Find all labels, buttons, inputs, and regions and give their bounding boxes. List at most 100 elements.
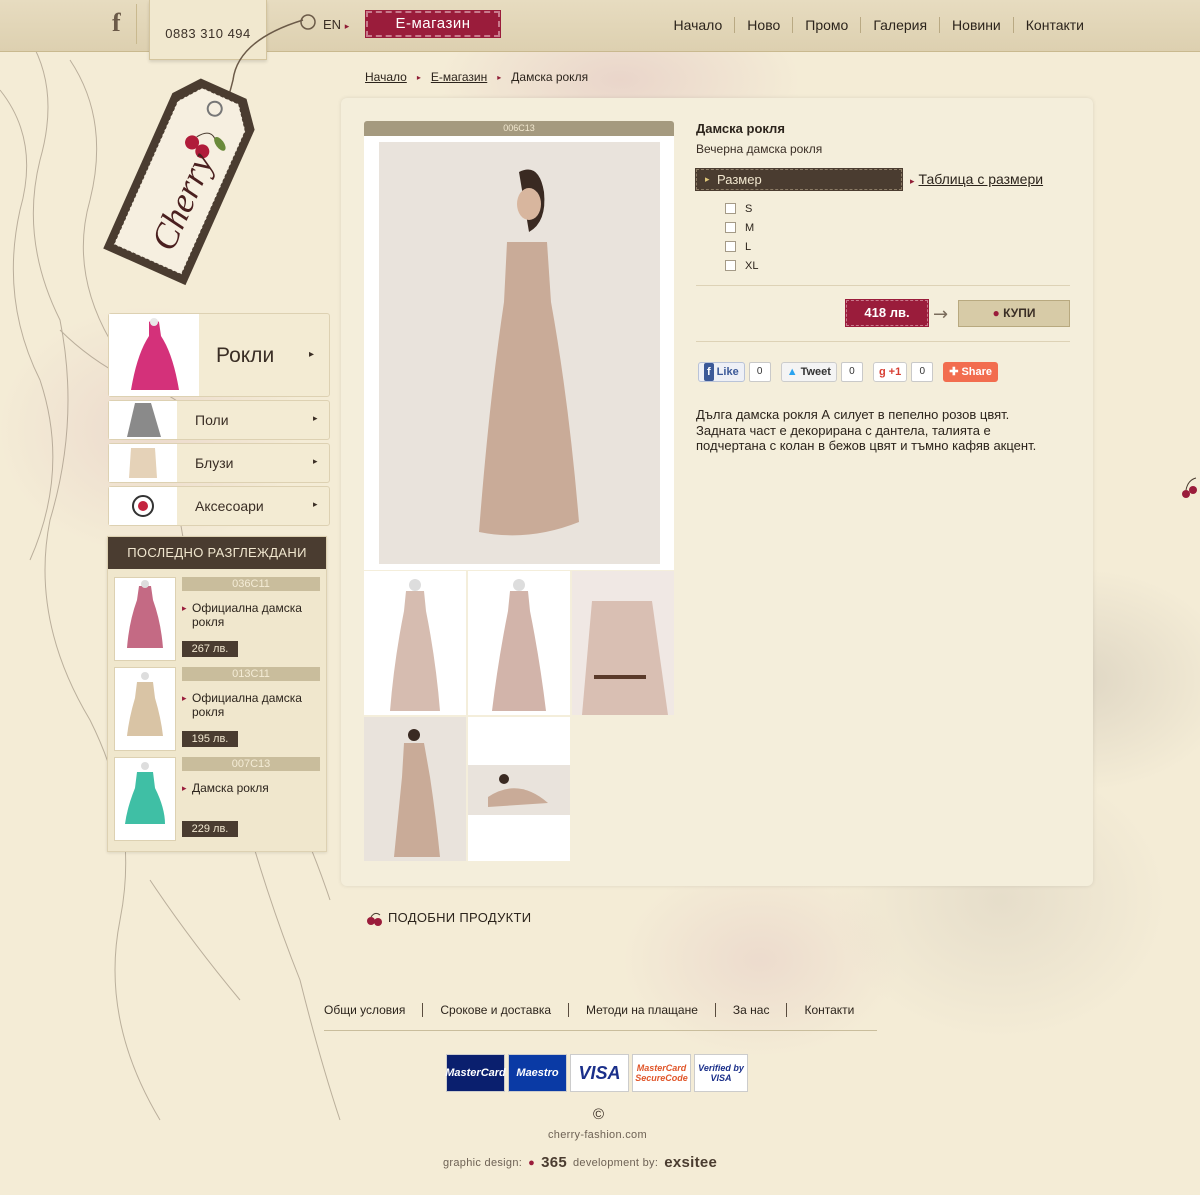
recent-item[interactable]: 013C11 Официална дамска рокля 195 лв.: [114, 667, 324, 751]
product-name[interactable]: Официална дамска рокля: [182, 691, 312, 719]
arrow-right-icon: →: [933, 304, 949, 325]
footer-link-delivery[interactable]: Срокове и доставка: [423, 1003, 570, 1017]
product-thumbnail[interactable]: [572, 571, 674, 715]
google-plus-icon: g: [878, 366, 886, 378]
product-price: 418 лв.: [845, 299, 929, 327]
size-options: S M L XL: [725, 199, 758, 275]
twitter-icon: ▲: [786, 366, 798, 378]
breadcrumb-home[interactable]: Начало: [365, 70, 407, 84]
tweet-count: 0: [840, 362, 863, 382]
dev-credit[interactable]: exsitee: [664, 1154, 717, 1171]
maestro-logo: Maestro: [508, 1054, 567, 1092]
size-label: S: [745, 202, 753, 215]
facebook-icon: f: [704, 363, 714, 381]
nav-item-news[interactable]: Новини: [940, 17, 1014, 33]
buy-button[interactable]: ● КУПИ: [958, 300, 1070, 327]
nav-item-gallery[interactable]: Галерия: [861, 17, 941, 33]
category-sidebar: Рокли ▸ Поли ▸ Блузи ▸ Аксесоари ▸: [108, 313, 330, 526]
cherry-logo-tag[interactable]: Cherry: [98, 14, 316, 286]
size-label: XL: [745, 259, 759, 272]
tweet-button[interactable]: ▲ Tweet: [780, 362, 837, 382]
category-accessories[interactable]: Аксесоари ▸: [108, 486, 330, 526]
product-thumbnail[interactable]: [114, 577, 176, 661]
nav-item-promo[interactable]: Промо: [793, 17, 862, 33]
size-option[interactable]: XL: [725, 256, 758, 275]
payment-cards: MasterCard Maestro VISA MasterCard Secur…: [445, 1054, 748, 1092]
product-thumbnail[interactable]: [468, 717, 570, 861]
footer-link-contacts[interactable]: Контакти: [787, 1003, 854, 1017]
category-dresses[interactable]: Рокли ▸: [108, 313, 330, 397]
footer-link-terms[interactable]: Общи условия: [324, 1003, 424, 1017]
size-header: Размер: [695, 168, 903, 191]
category-label: Поли: [195, 412, 229, 428]
product-thumbnail[interactable]: [468, 571, 570, 715]
breadcrumb-eshop[interactable]: Е-магазин: [431, 70, 487, 84]
category-thumbnail: [109, 444, 177, 482]
chevron-right-icon: ▸: [309, 349, 315, 360]
category-label: Рокли: [216, 344, 275, 367]
facebook-icon[interactable]: f: [112, 8, 134, 38]
eshop-button[interactable]: E-магазин: [365, 10, 501, 38]
size-label: L: [745, 240, 752, 253]
recent-item[interactable]: 036C11 Официална дамска рокля 267 лв.: [114, 577, 324, 661]
phone-number: 0883 310 494: [149, 0, 267, 60]
gplus-count: 0: [911, 362, 934, 382]
product-name[interactable]: Официална дамска рокля: [182, 601, 312, 629]
category-skirts[interactable]: Поли ▸: [108, 400, 330, 440]
social-buttons: f Like 0 ▲ Tweet 0 g +1 0 ✚ Share: [698, 362, 999, 382]
category-thumbnail: [109, 487, 177, 525]
dev-label: development by:: [573, 1156, 659, 1169]
gplus-label: +1: [888, 366, 902, 378]
nav-item-new[interactable]: Ново: [735, 17, 794, 33]
main-nav: Начало Ново Промо Галерия Новини Контакт…: [662, 17, 1084, 33]
size-table-label[interactable]: Таблица с размери: [919, 171, 1044, 187]
size-label: M: [745, 221, 755, 234]
size-option[interactable]: L: [725, 237, 758, 256]
size-checkbox[interactable]: [725, 260, 736, 271]
language-label[interactable]: EN: [323, 17, 341, 32]
footer-link-about[interactable]: За нас: [716, 1003, 788, 1017]
cherry-icon: ●: [992, 306, 1000, 320]
chevron-right-icon: ▸: [313, 457, 318, 467]
size-table-link[interactable]: ▸ Таблица с размери: [910, 171, 1043, 187]
product-thumbnail[interactable]: [114, 667, 176, 751]
product-code: 007C13: [182, 757, 320, 771]
size-option[interactable]: S: [725, 199, 758, 218]
recent-item[interactable]: 007C13 Дамска рокля 229 лв.: [114, 757, 324, 841]
cherry-icon: [367, 912, 382, 926]
share-button[interactable]: ✚ Share: [943, 362, 999, 382]
visa-logo: VISA: [570, 1054, 629, 1092]
category-blouses[interactable]: Блузи ▸: [108, 443, 330, 483]
chevron-right-icon: ▸: [910, 176, 915, 186]
product-title: Дамска рокля: [696, 121, 785, 136]
copyright-symbol: ©: [593, 1106, 605, 1123]
chevron-right-icon: ▸: [313, 500, 318, 510]
footer-link-payment[interactable]: Методи на плащане: [569, 1003, 716, 1017]
chevron-right-icon: ▸: [497, 72, 502, 82]
product-thumbnail[interactable]: [364, 717, 466, 861]
size-checkbox[interactable]: [725, 203, 736, 214]
chevron-right-icon: ▸: [344, 21, 350, 31]
design-credit[interactable]: 365: [541, 1154, 567, 1171]
product-name[interactable]: Дамска рокля: [182, 781, 312, 795]
product-thumbnail[interactable]: [364, 571, 466, 715]
google-plus-button[interactable]: g +1: [872, 362, 908, 382]
buy-label: КУПИ: [1003, 306, 1036, 320]
product-price: 229 лв.: [182, 821, 238, 837]
product-code: 036C11: [182, 577, 320, 591]
product-main-image[interactable]: [364, 136, 674, 570]
nav-item-contacts[interactable]: Контакти: [1014, 17, 1084, 33]
product-description: Дълга дамска рокля А силует в пепелно ро…: [696, 407, 1037, 453]
recently-viewed-title: ПОСЛЕДНО РАЗГЛЕЖДАНИ: [108, 537, 326, 569]
size-checkbox[interactable]: [725, 222, 736, 233]
cherry-icon: ●: [528, 1156, 536, 1169]
facebook-like-button[interactable]: f Like: [698, 362, 745, 382]
nav-item-home[interactable]: Начало: [662, 17, 736, 33]
size-option[interactable]: M: [725, 218, 758, 237]
recently-viewed: ПОСЛЕДНО РАЗГЛЕЖДАНИ 036C11 Официална да…: [107, 536, 327, 852]
size-checkbox[interactable]: [725, 241, 736, 252]
design-label: graphic design:: [443, 1156, 523, 1169]
product-thumbnail[interactable]: [114, 757, 176, 841]
similar-products-title: ПОДОБНИ ПРОДУКТИ: [388, 910, 532, 925]
language-switch[interactable]: EN ▸: [323, 17, 349, 32]
